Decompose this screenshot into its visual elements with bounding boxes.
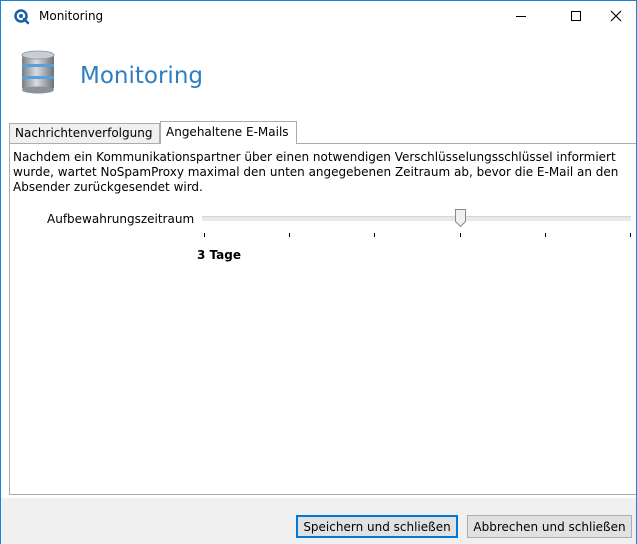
app-logo-icon [14,9,30,25]
description-line: Absender zurückgesendet wird. [13,180,203,194]
save-and-close-button[interactable]: Speichern und schließen [296,515,458,538]
retention-slider-thumb[interactable] [454,209,466,227]
tab-angehaltene-emails[interactable]: Angehaltene E-Mails [160,121,297,144]
retention-slider-track[interactable] [202,216,631,221]
description-line: Nachdem ein Kommunikationspartner über e… [13,150,616,164]
cancel-and-close-button[interactable]: Abbrechen und schließen [467,515,632,538]
slider-tick [544,233,546,237]
database-stack-icon [21,50,55,94]
maximize-icon [571,11,581,21]
tab-label: Angehaltene E-Mails [166,125,289,139]
minimize-icon [516,15,526,17]
slider-tick [459,233,461,237]
slider-tick [289,233,291,237]
tab-label: Nachrichtenverfolgung [15,126,153,140]
slider-tick [630,233,631,237]
minimize-button[interactable] [498,1,544,31]
close-button[interactable] [593,1,637,31]
title-bar[interactable]: Monitoring [1,1,636,31]
page-header: Monitoring [1,31,636,107]
window-title: Monitoring [39,9,104,23]
description-line: wurde, wartet NoSpamProxy maximal den un… [13,165,619,179]
close-icon [610,10,622,22]
page-title: Monitoring [80,63,203,89]
tab-panel-angehaltene-emails: Nachdem ein Kommunikationspartner über e… [9,143,636,495]
tab-nachrichtenverfolgung[interactable]: Nachrichtenverfolgung [9,123,160,143]
retention-slider-label: Aufbewahrungszeitraum [47,212,195,226]
slider-tick [204,233,205,237]
retention-value-label: 3 Tage [197,248,241,262]
description-text: Nachdem ein Kommunikationspartner über e… [13,150,628,195]
slider-tick [374,233,376,237]
monitoring-window: Monitoring Monitoring Nachrichtenverfolg… [0,0,637,544]
tab-control: Nachrichtenverfolgung Angehaltene E-Mail… [9,121,636,495]
footer-bar: Speichern und schließen Abbrechen und sc… [1,498,636,544]
